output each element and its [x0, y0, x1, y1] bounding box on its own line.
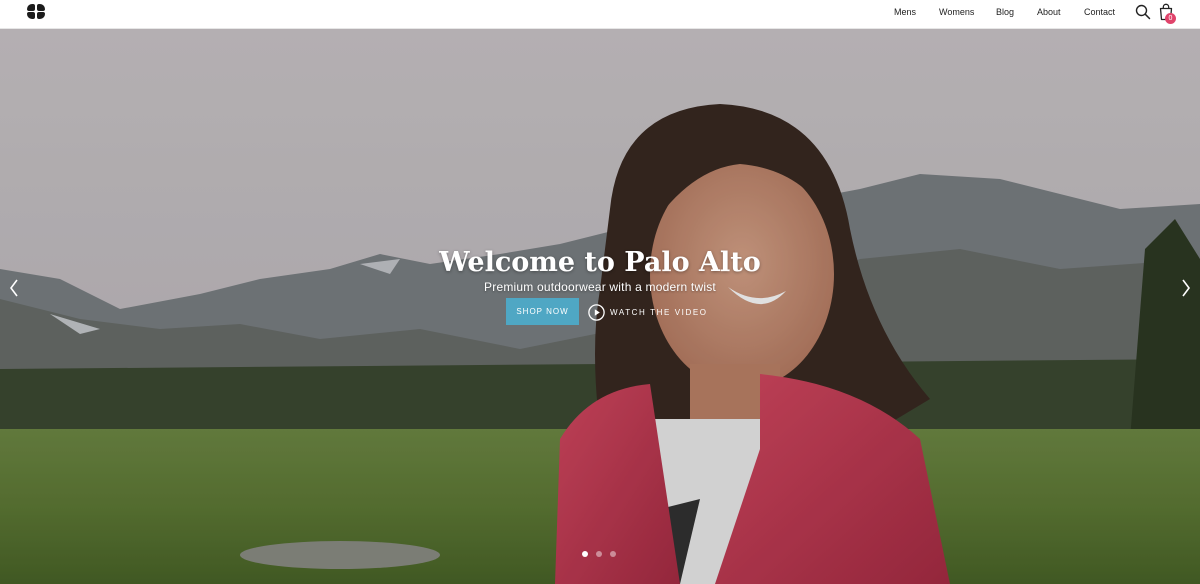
nav-item-womens[interactable]: Womens	[939, 7, 974, 17]
slider-dot-2[interactable]	[596, 551, 602, 557]
slider-dot-1[interactable]	[582, 551, 588, 557]
site-header: Mens Womens Blog About Contact 0	[0, 0, 1200, 29]
watch-video-label: WATCH THE VIDEO	[610, 307, 708, 317]
hero-content: Welcome to Palo Alto Premium outdoorwear…	[0, 29, 1200, 584]
hero-title: Welcome to Palo Alto	[439, 247, 761, 278]
nav-item-mens[interactable]: Mens	[894, 7, 916, 17]
watch-video-link[interactable]: WATCH THE VIDEO	[588, 303, 708, 321]
hero-subtitle: Premium outdoorwear with a modern twist	[484, 280, 716, 294]
shop-now-button[interactable]: SHOP NOW	[506, 298, 579, 325]
play-icon	[588, 303, 605, 321]
cart-count-badge: 0	[1165, 13, 1176, 24]
hero-slider: Welcome to Palo Alto Premium outdoorwear…	[0, 29, 1200, 584]
slider-dot-3[interactable]	[610, 551, 616, 557]
slider-dots	[582, 551, 616, 557]
logo-icon[interactable]	[27, 4, 45, 19]
nav-item-about[interactable]: About	[1037, 7, 1061, 17]
nav-item-blog[interactable]: Blog	[996, 7, 1014, 17]
chevron-left-icon[interactable]	[7, 277, 21, 299]
search-icon[interactable]	[1135, 4, 1151, 20]
nav-item-contact[interactable]: Contact	[1084, 7, 1115, 17]
chevron-right-icon[interactable]	[1179, 277, 1193, 299]
